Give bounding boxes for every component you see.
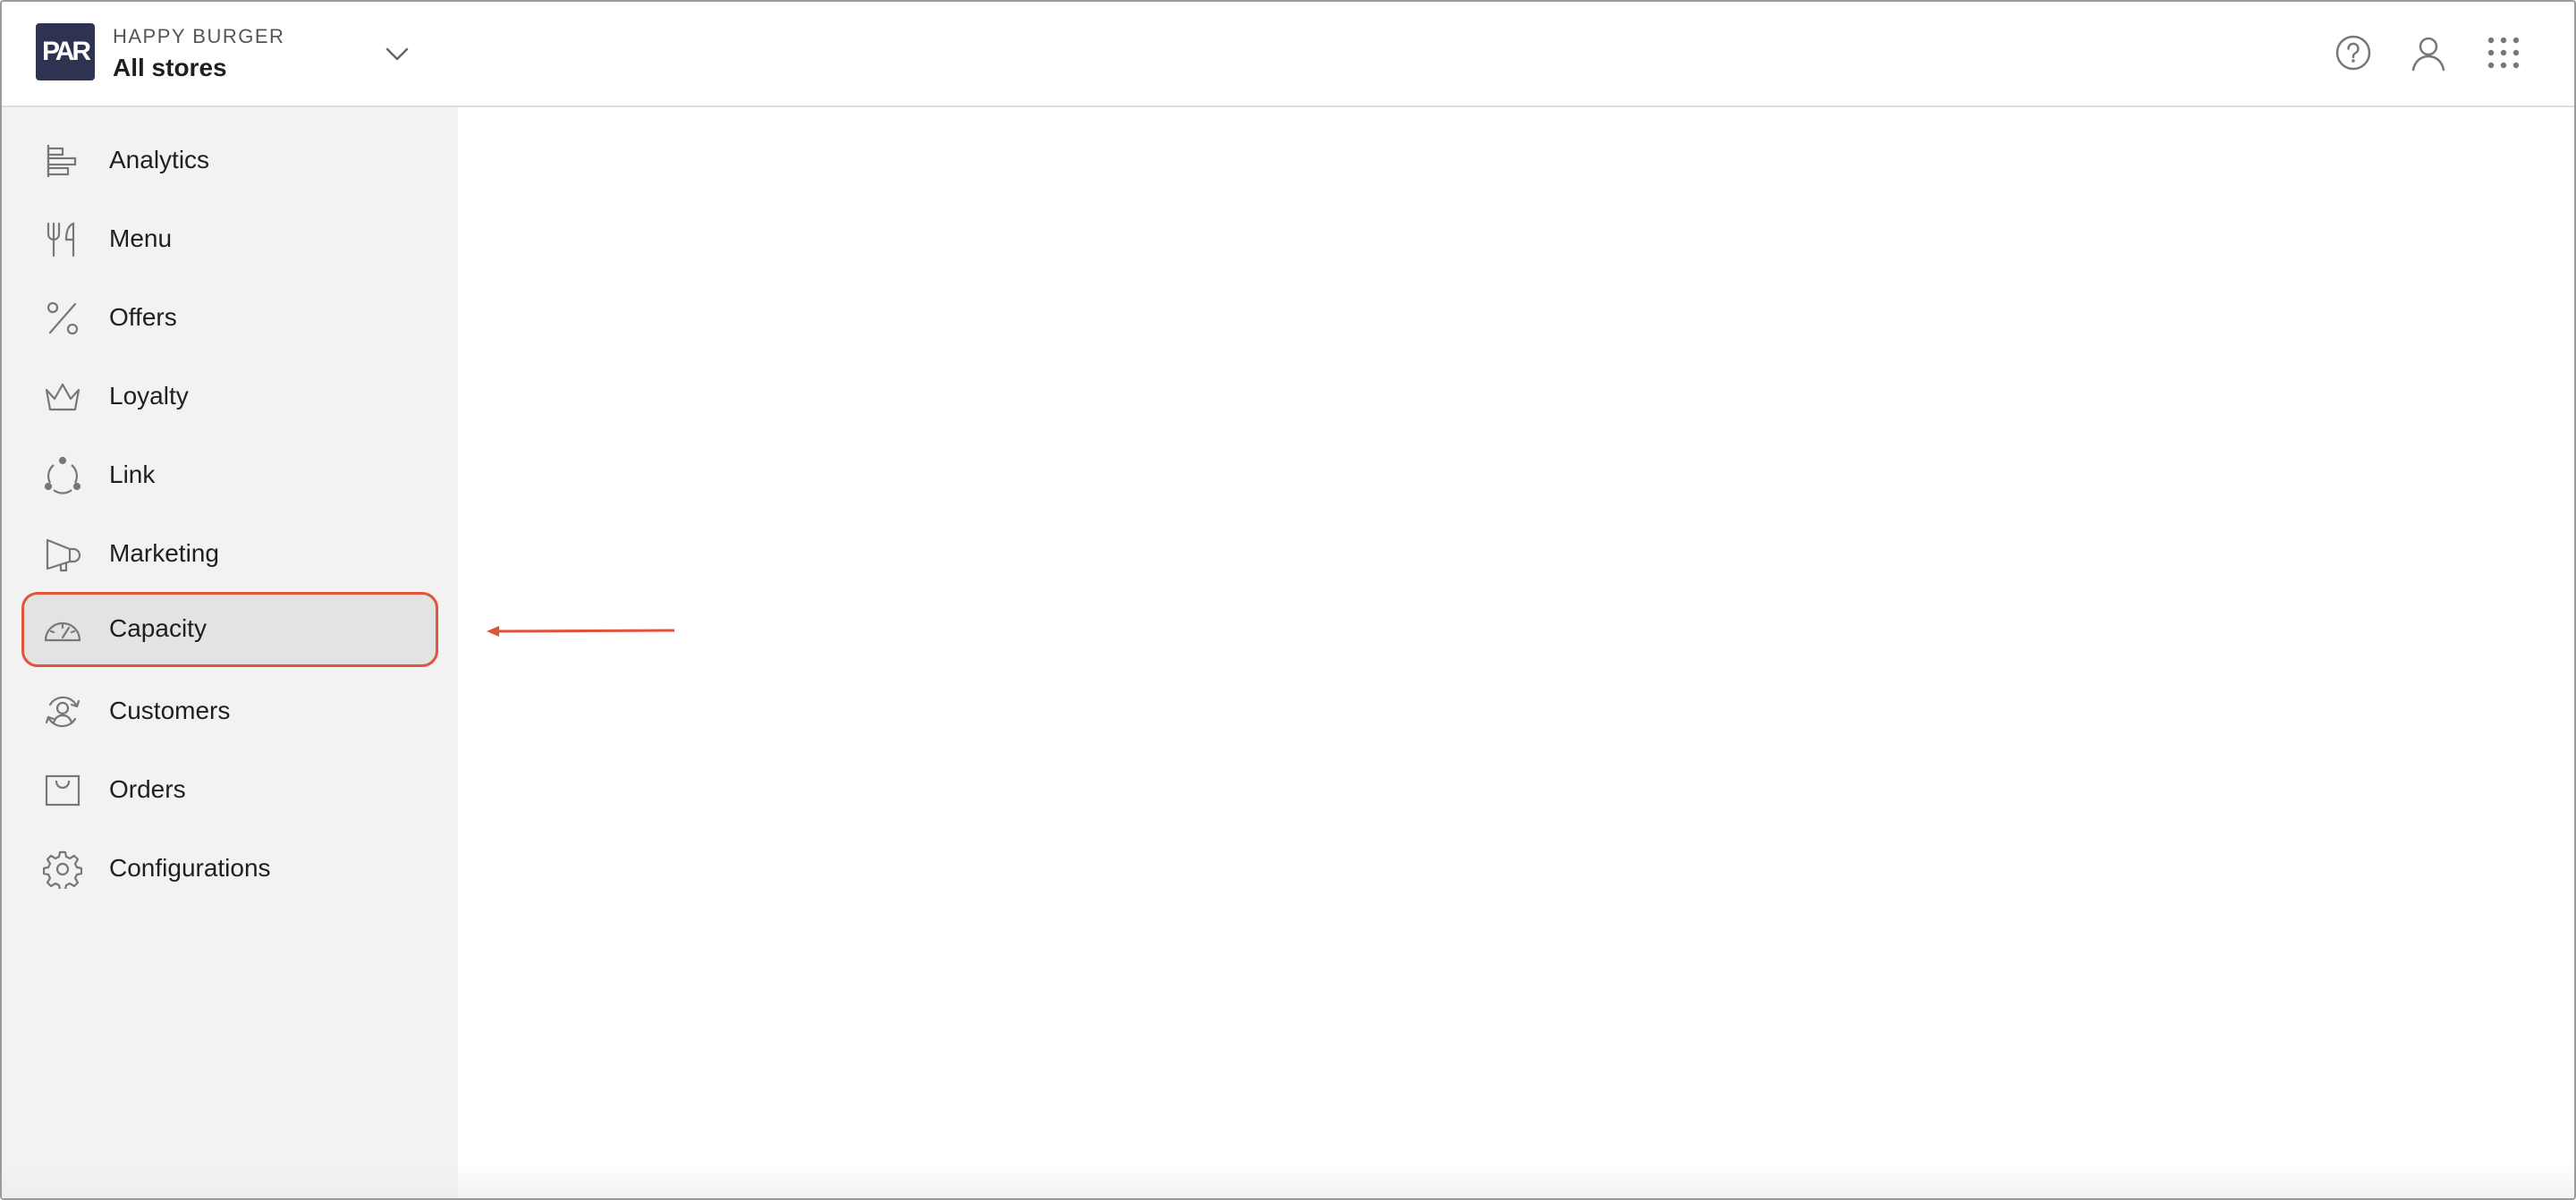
sidebar-item-label: Customers: [109, 697, 231, 724]
percent-icon: [43, 299, 82, 338]
sidebar-item-link[interactable]: Link: [21, 438, 438, 513]
logo-text: PAR: [41, 37, 91, 66]
sidebar-item-label: Loyalty: [109, 382, 189, 410]
brand-name: HAPPY BURGER: [113, 25, 285, 47]
store-selector-value[interactable]: All stores: [113, 54, 227, 82]
help-icon[interactable]: [2333, 32, 2374, 73]
analytics-icon: [43, 141, 82, 181]
sidebar-item-label: Offers: [109, 303, 177, 331]
sidebar-item-label: Configurations: [109, 854, 271, 882]
bag-icon: [43, 771, 82, 810]
app-grid-icon[interactable]: [2483, 32, 2524, 73]
sidebar-item-analytics[interactable]: Analytics: [21, 123, 438, 199]
par-logo[interactable]: PAR: [36, 23, 95, 80]
sidebar-item-orders[interactable]: Orders: [21, 753, 438, 828]
chevron-down-icon[interactable]: [381, 38, 413, 70]
link-circle-icon: [43, 456, 82, 495]
sidebar-item-label: Link: [109, 461, 156, 488]
annotation-arrow: [485, 619, 678, 646]
customer-refresh-icon: [43, 692, 82, 731]
sidebar-item-label: Menu: [109, 224, 173, 252]
app-window: PAR HAPPY BURGER All stores Analytics Me…: [0, 0, 2576, 1200]
sidebar-item-customers[interactable]: Customers: [21, 674, 438, 749]
sidebar-item-menu[interactable]: Menu: [21, 202, 438, 277]
sidebar-item-label: Analytics: [109, 146, 210, 173]
top-bar: PAR HAPPY BURGER All stores: [2, 2, 2574, 107]
sidebar-item-label: Orders: [109, 775, 186, 803]
sidebar-item-loyalty[interactable]: Loyalty: [21, 359, 438, 435]
sidebar: Analytics Menu Offers Loyalty Link Marke…: [2, 107, 458, 1198]
megaphone-icon: [43, 535, 82, 574]
user-icon[interactable]: [2408, 32, 2449, 73]
sidebar-item-offers[interactable]: Offers: [21, 281, 438, 356]
gauge-icon: [43, 610, 82, 649]
sidebar-item-configurations[interactable]: Configurations: [21, 832, 438, 907]
gear-icon: [43, 849, 82, 889]
sidebar-item-label: Marketing: [109, 539, 219, 567]
crown-icon: [43, 377, 82, 417]
sidebar-item-capacity[interactable]: Capacity: [21, 592, 438, 667]
sidebar-item-label: Capacity: [109, 614, 207, 642]
sidebar-item-marketing[interactable]: Marketing: [21, 517, 438, 592]
fork-knife-icon: [43, 220, 82, 259]
